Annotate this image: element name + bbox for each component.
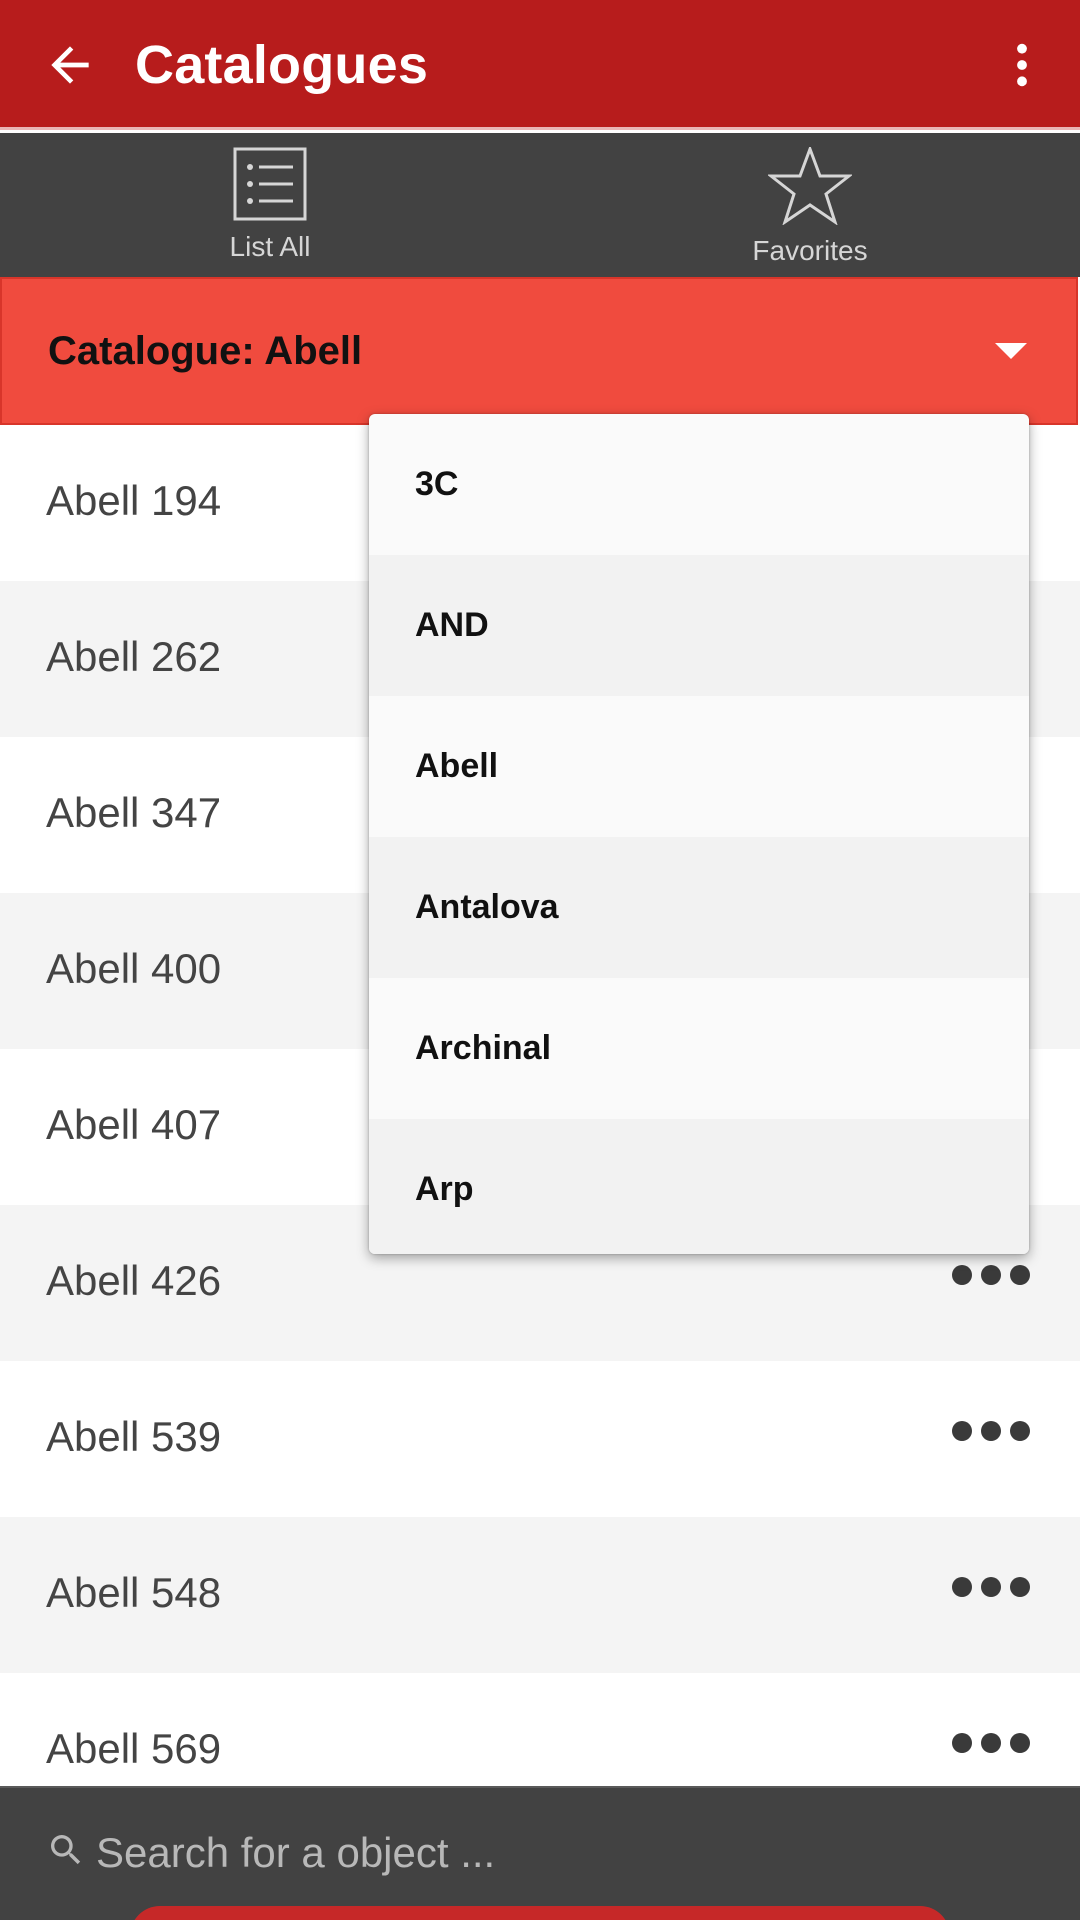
search-icon bbox=[51, 1835, 81, 1865]
tab-bar: List All Favorites bbox=[0, 133, 1080, 277]
tab-label: Favorites bbox=[752, 235, 868, 266]
more-horiz-icon[interactable] bbox=[952, 1421, 1030, 1441]
item-name: Abell 400 bbox=[46, 945, 222, 992]
more-vert-icon bbox=[1017, 43, 1027, 87]
dropdown-option-archinal[interactable]: Archinal bbox=[369, 978, 1029, 1119]
back-button[interactable] bbox=[30, 25, 110, 105]
list-icon bbox=[233, 147, 307, 221]
list-item[interactable]: Abell 539 bbox=[0, 1361, 1080, 1517]
arrow-left-icon bbox=[51, 46, 89, 84]
item-name: Abell 194 bbox=[46, 477, 222, 524]
item-name: Abell 407 bbox=[46, 1101, 222, 1148]
item-name: Abell 548 bbox=[46, 1569, 222, 1616]
page-title: Catalogues bbox=[135, 35, 429, 95]
list-item[interactable]: Abell 548 bbox=[0, 1517, 1080, 1673]
dropdown-option-antalova[interactable]: Antalova bbox=[369, 837, 1029, 978]
search-bar bbox=[0, 1786, 1080, 1920]
more-horiz-icon[interactable] bbox=[952, 1265, 1030, 1285]
dropdown-option-arp[interactable]: Arp bbox=[369, 1119, 1029, 1254]
tab-label: List All bbox=[229, 231, 311, 262]
item-name: Abell 426 bbox=[46, 1257, 222, 1304]
caret-down-icon bbox=[995, 343, 1027, 359]
dropdown-option-and[interactable]: AND bbox=[369, 555, 1029, 696]
item-name: Abell 569 bbox=[46, 1725, 222, 1772]
overflow-menu-button[interactable] bbox=[982, 25, 1062, 105]
dropdown-option-3c[interactable]: 3C bbox=[369, 414, 1029, 555]
app-bar: Catalogues bbox=[0, 0, 1080, 130]
tab-list-all[interactable]: List All bbox=[0, 133, 540, 277]
item-name: Abell 347 bbox=[46, 789, 222, 836]
more-horiz-icon[interactable] bbox=[952, 1577, 1030, 1597]
star-outline-icon bbox=[768, 147, 852, 225]
tab-favorites[interactable]: Favorites bbox=[540, 133, 1080, 277]
item-name: Abell 262 bbox=[46, 633, 222, 680]
bottom-action-button[interactable] bbox=[130, 1906, 950, 1920]
search-input[interactable] bbox=[96, 1818, 996, 1888]
dropdown-option-abell[interactable]: Abell bbox=[369, 696, 1029, 837]
catalogue-selector[interactable]: Catalogue: Abell bbox=[0, 277, 1078, 425]
catalogue-dropdown: 3C AND Abell Antalova Archinal Arp bbox=[369, 414, 1029, 1254]
item-name: Abell 539 bbox=[46, 1413, 222, 1460]
catalogue-label: Catalogue: Abell bbox=[48, 329, 363, 373]
more-horiz-icon[interactable] bbox=[952, 1733, 1030, 1753]
